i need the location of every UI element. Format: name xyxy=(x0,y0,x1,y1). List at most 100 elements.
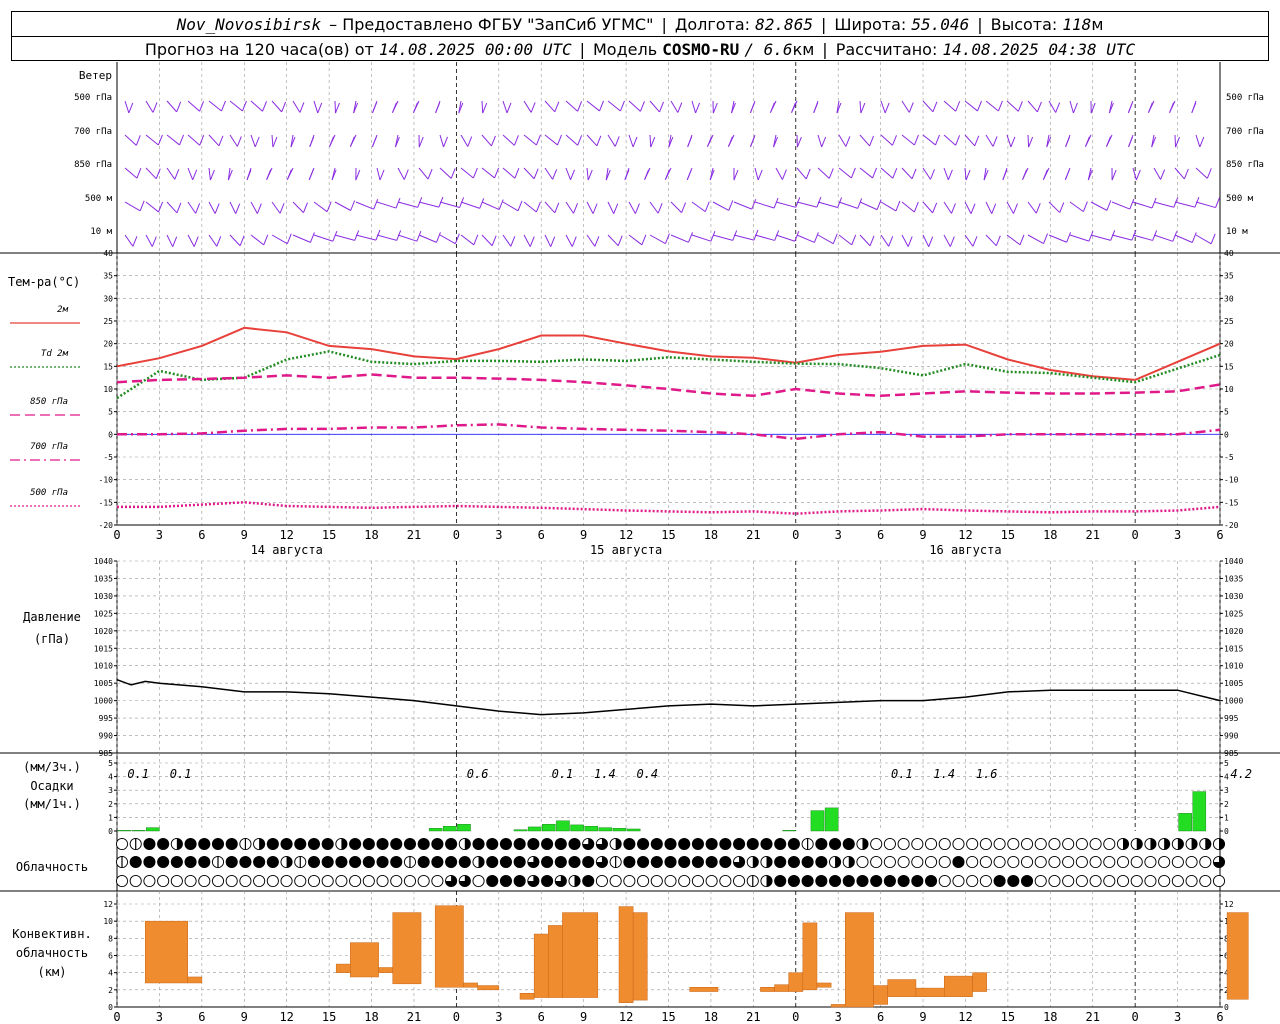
wind-barb-feather xyxy=(1127,102,1133,114)
cloud-icon xyxy=(390,855,403,869)
wind-barb-feather xyxy=(1147,102,1153,113)
cloud-icon xyxy=(307,837,321,851)
y-tick-label-right: 1 xyxy=(1224,813,1229,822)
y-tick-label-right: 35 xyxy=(1224,272,1234,281)
wind-barb xyxy=(1132,234,1153,241)
wind-level-label: 10 м xyxy=(1226,227,1248,237)
pressure-panel: 985 985990 990995 9951000 10001005 10051010 10… xyxy=(23,557,1243,758)
y-tick-label-left: 4 xyxy=(108,773,113,782)
wind-barb-feather xyxy=(573,203,578,214)
wind-barb-feather xyxy=(632,136,638,148)
precip-total-label: 0.4 xyxy=(636,767,658,781)
x-tick-label: 3 xyxy=(495,1010,502,1024)
x-tick-label: 6 xyxy=(877,528,884,542)
precipitation-panel: 0 0 1 1 2 2 3 3 4 4 5 5 (мм/3ч.) Осадки (мм/1ч.) 0.1 0.1… xyxy=(0,752,1280,836)
wind-barb-feather xyxy=(695,102,701,114)
wind-barb xyxy=(817,134,823,148)
cloud-icon xyxy=(1020,837,1034,851)
wind-barb xyxy=(922,167,931,180)
precip-total-label: 0.1 xyxy=(552,767,574,781)
cloud-icon xyxy=(294,837,307,851)
wind-barb xyxy=(271,100,282,113)
cloud-icon xyxy=(952,837,965,851)
cloud-half-fill xyxy=(286,856,293,868)
wind-barb xyxy=(1195,134,1201,148)
cloud-row xyxy=(115,855,1226,869)
wind-barb-feather xyxy=(416,231,422,242)
temp-series-line xyxy=(116,326,1221,381)
wind-barb xyxy=(859,167,873,179)
y-tick-label-right: 2 xyxy=(1224,800,1229,809)
cloud-icon xyxy=(1075,874,1088,888)
wind-barb-feather xyxy=(1035,203,1041,214)
wind-barb xyxy=(565,100,578,112)
y-tick-label-left: 3 xyxy=(108,786,113,795)
wind-barb xyxy=(649,234,666,245)
x-tick-label: 9 xyxy=(241,528,248,542)
wind-barb-feather xyxy=(332,231,338,242)
x-tick-label: 0 xyxy=(453,528,460,542)
y-tick-label-left: 1015 xyxy=(94,644,113,653)
cloud-icon xyxy=(897,855,910,869)
wind-barb-feather xyxy=(624,169,630,181)
wind-barb xyxy=(586,134,598,147)
wind-barb-feather xyxy=(193,236,199,247)
y-tick-label-left: 12 xyxy=(103,900,113,909)
cloud-half-fill xyxy=(766,856,773,868)
wind-barb xyxy=(502,201,519,212)
wind-barb-feather xyxy=(1036,101,1042,113)
cloud-icon xyxy=(1007,855,1020,869)
x-tick-label: 3 xyxy=(1174,1010,1181,1024)
cloud-icon xyxy=(664,855,677,869)
cloud-icon xyxy=(1007,874,1020,888)
wind-barb xyxy=(1027,134,1030,148)
wind-barb-feather xyxy=(454,233,460,244)
wind-barb-feather xyxy=(435,102,441,114)
wind-barb-feather xyxy=(950,203,956,214)
wind-barb-feather xyxy=(892,135,897,146)
cloud-icon xyxy=(541,874,554,888)
y-tick-label-right: 990 xyxy=(1224,732,1239,741)
wind-barb-feather xyxy=(991,203,997,214)
cloud-icon xyxy=(883,837,896,851)
wind-barb-feather xyxy=(443,136,448,148)
wind-barb-feather xyxy=(427,168,433,180)
cloud-icon xyxy=(1075,837,1088,851)
wind-barb-feather xyxy=(587,169,593,181)
wind-barb xyxy=(1090,234,1111,241)
x-tick-label: 9 xyxy=(580,1010,587,1024)
cloud-icon xyxy=(1144,874,1157,888)
cloud-icon xyxy=(870,855,883,869)
cloud-icon xyxy=(1212,874,1226,888)
wind-barb xyxy=(859,134,870,147)
wind-barb-feather xyxy=(308,169,314,180)
cloud-half-fill xyxy=(478,856,485,868)
wind-level-label: 850 гПа xyxy=(1226,160,1264,170)
precip-bar xyxy=(824,807,839,832)
conv-cloud-bar xyxy=(887,979,917,997)
cloud-half-fill xyxy=(615,838,622,850)
x-tick-label: 0 xyxy=(1132,528,1139,542)
wind-barb xyxy=(754,167,759,181)
wind-barb xyxy=(250,134,256,148)
x-tick-label: 3 xyxy=(156,528,163,542)
precip-ylabel-top: (мм/3ч.) xyxy=(23,760,81,774)
wind-barb-feather xyxy=(1055,102,1061,113)
x-tick-label: 18 xyxy=(1043,1010,1057,1024)
y-tick-label-left: 1000 xyxy=(94,697,113,706)
cloud-half-fill xyxy=(1123,838,1129,850)
wind-barb xyxy=(733,234,755,241)
wind-barb xyxy=(586,100,600,112)
y-tick-label-left: -15 xyxy=(99,498,114,507)
precip-title: Осадки xyxy=(30,779,73,793)
wind-barb xyxy=(292,100,301,113)
wind-barb xyxy=(754,234,775,241)
wind-barb-feather xyxy=(473,234,479,246)
wind-barb xyxy=(313,234,334,242)
cloud-icon xyxy=(924,874,938,888)
wind-barb xyxy=(229,134,238,147)
wind-barb xyxy=(250,201,258,214)
wind-barb-feather xyxy=(710,230,716,242)
wind-barb-feather xyxy=(139,200,145,211)
wind-barb xyxy=(985,234,997,247)
